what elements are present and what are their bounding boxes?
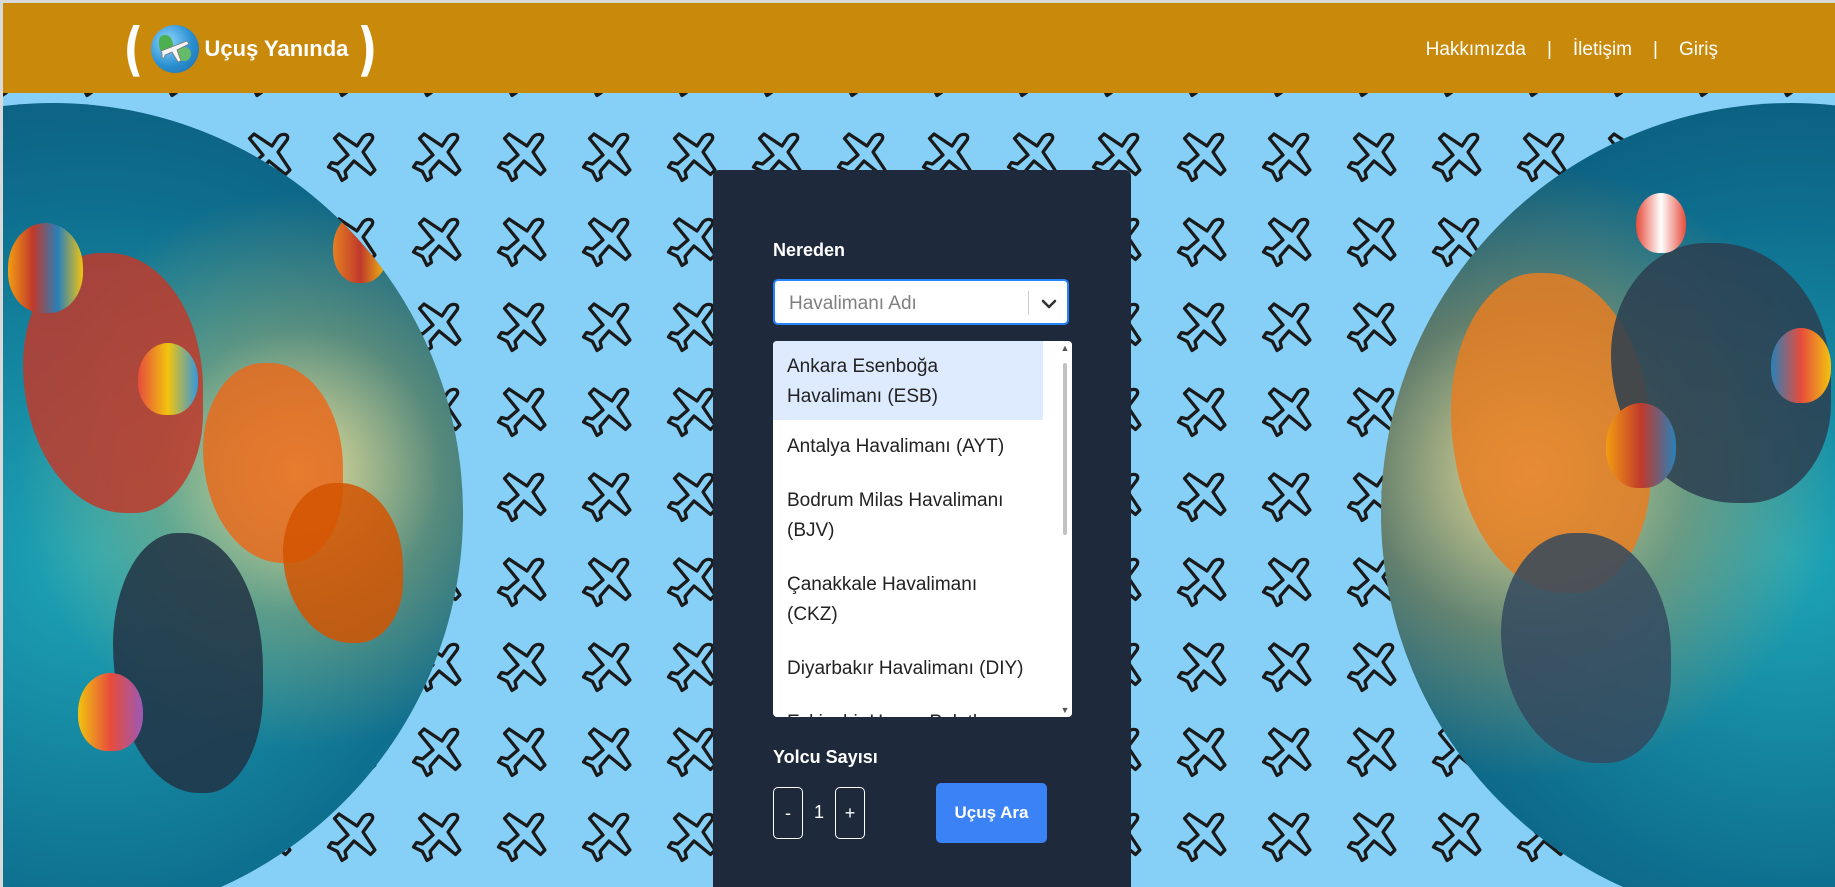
dropdown-scrollbar[interactable]: ▲ ▼ [1058, 341, 1072, 717]
dropdown-option[interactable]: Ankara Esenboğa Havalimanı (ESB) [773, 341, 1043, 420]
select-divider [1028, 291, 1029, 315]
search-flights-button[interactable]: Uçuş Ara [936, 783, 1047, 843]
dropdown-option[interactable]: Çanakkale Havalimanı (CKZ) [773, 558, 1043, 642]
nav-separator: | [1546, 39, 1552, 60]
logo-right-bracket: ) [357, 15, 378, 83]
nav-about-link[interactable]: Hakkımızda [1426, 39, 1526, 61]
nav-contact-link[interactable]: İletişim [1573, 39, 1632, 61]
from-airport-select[interactable] [773, 279, 1069, 325]
logo-left-bracket: ( [123, 15, 144, 83]
increase-passenger-button[interactable]: + [835, 787, 865, 839]
scroll-up-arrow-icon[interactable]: ▲ [1060, 343, 1070, 353]
chevron-down-icon[interactable] [1037, 293, 1061, 315]
nav-links: Hakkımızda | İletişim | Giriş [1426, 39, 1718, 61]
globe-plane-icon [150, 25, 199, 73]
dropdown-option[interactable]: Diyarbakır Havalimanı (DIY) [773, 642, 1043, 696]
from-label: Nereden [773, 240, 846, 260]
passenger-count-value: 1 [813, 802, 824, 822]
decrease-passenger-button[interactable]: - [773, 787, 803, 839]
airport-dropdown-menu[interactable]: Ankara Esenboğa Havalimanı (ESB) Antalya… [773, 341, 1072, 717]
airport-search-input[interactable] [787, 291, 1021, 317]
nav-separator: | [1653, 39, 1658, 60]
scroll-down-arrow-icon[interactable]: ▼ [1060, 705, 1070, 715]
app-window: ( Uçuş Yanında ) Hakkımızda | İletişim |… [3, 3, 1835, 887]
passenger-count-label: Yolcu Sayısı [773, 747, 878, 767]
nav-login-link[interactable]: Giriş [1679, 39, 1718, 61]
scrollbar-thumb[interactable] [1063, 363, 1067, 535]
brand-name: Uçuş Yanında [204, 36, 349, 61]
flight-search-panel: Nereden Ankara Esenboğa Havalimanı (ESB)… [713, 170, 1131, 887]
dropdown-option[interactable]: Antalya Havalimanı (AYT) [773, 420, 1043, 474]
logo[interactable]: ( Uçuş Yanında ) [120, 15, 381, 83]
dropdown-option[interactable]: Bodrum Milas Havalimanı (BJV) [773, 474, 1043, 558]
top-navbar: ( Uçuş Yanında ) Hakkımızda | İletişim |… [3, 3, 1835, 93]
dropdown-option[interactable]: Eskişehir Hasan Polatkan Havalimanı (AOE… [773, 696, 1043, 717]
